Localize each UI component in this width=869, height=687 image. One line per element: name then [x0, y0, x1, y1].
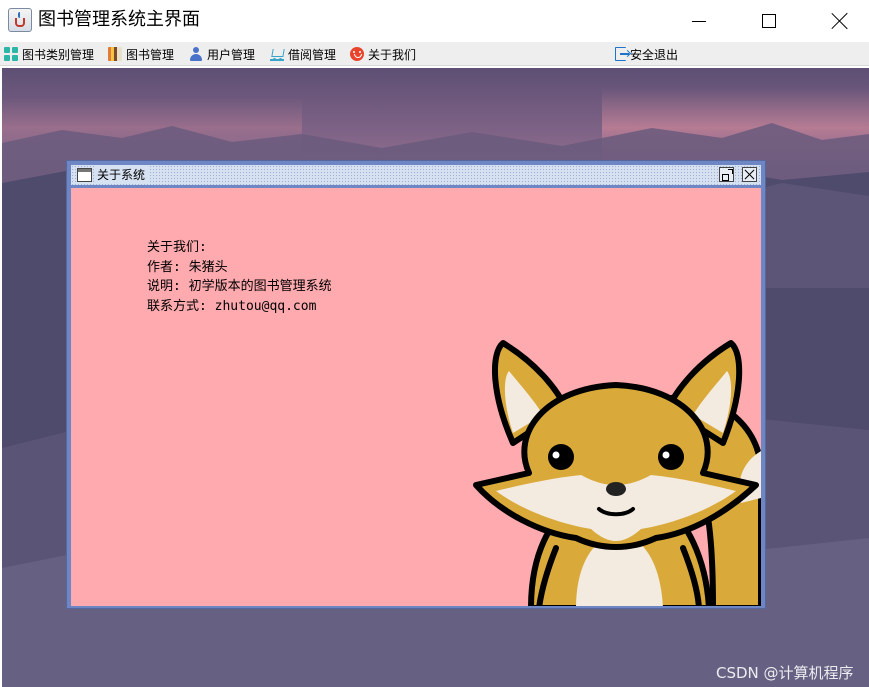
close-button[interactable] [817, 0, 863, 42]
grid-icon [4, 47, 18, 61]
menu-bar: 图书类别管理 图书管理 用户管理 借阅管理 关于我们 安全退出 [0, 42, 869, 66]
close-icon [831, 12, 849, 30]
menu-about-us[interactable]: 关于我们 [350, 42, 416, 66]
exit-icon [615, 47, 629, 61]
description-line: 说明: 初学版本的图书管理系统 [147, 279, 332, 294]
menu-label: 用户管理 [207, 47, 256, 62]
about-dialog: 关于系统 关于我们: 作者: 朱猪头说明: 初学版本的图书管理系统 联系方式: zh… [66, 160, 766, 609]
menu-borrow-management[interactable]: 借阅管理 [270, 42, 336, 66]
books-icon [108, 47, 122, 61]
menu-label: 关于我们 [368, 47, 417, 62]
about-dialog-titlebar[interactable]: 关于系统 [71, 165, 761, 185]
maximize-button[interactable] [746, 0, 792, 42]
maximize-icon [762, 14, 776, 28]
cart-icon [270, 47, 284, 61]
contact-line: 联系方式: zhutou@qq.com [147, 298, 317, 314]
menu-label: 图书类别管理 [22, 47, 95, 62]
author-line: 作者: 朱猪头 [147, 259, 228, 275]
menu-label: 图书管理 [126, 47, 175, 62]
about-dialog-title: 关于系统 [95, 166, 150, 184]
restore-button[interactable] [719, 167, 734, 182]
watermark: CSDN @计算机程序 [716, 664, 854, 682]
fox-illustration [473, 340, 761, 606]
menu-label: 借阅管理 [288, 47, 337, 62]
window-title: 图书管理系统主界面 [38, 9, 200, 30]
about-dialog-content: 关于我们: 作者: 朱猪头说明: 初学版本的图书管理系统 联系方式: zhutou@… [71, 188, 761, 606]
menu-book-management[interactable]: 图书管理 [108, 42, 174, 66]
java-cup-icon [8, 8, 32, 32]
dialog-close-button[interactable] [742, 167, 757, 182]
window-titlebar: 图书管理系统主界面 [0, 0, 869, 42]
minimize-icon [692, 20, 706, 22]
menu-book-category[interactable]: 图书类别管理 [4, 42, 94, 66]
menu-label: 安全退出 [630, 47, 679, 62]
menu-logout[interactable]: 安全退出 [615, 42, 678, 66]
about-heading: 关于我们: [147, 240, 207, 255]
about-text: 关于我们: 作者: 朱猪头说明: 初学版本的图书管理系统 联系方式: zhutou@… [147, 238, 332, 316]
minimize-button[interactable] [676, 0, 722, 42]
user-icon [189, 47, 203, 61]
smile-icon [350, 47, 364, 61]
menu-user-management[interactable]: 用户管理 [189, 42, 255, 66]
window-icon [77, 168, 92, 182]
